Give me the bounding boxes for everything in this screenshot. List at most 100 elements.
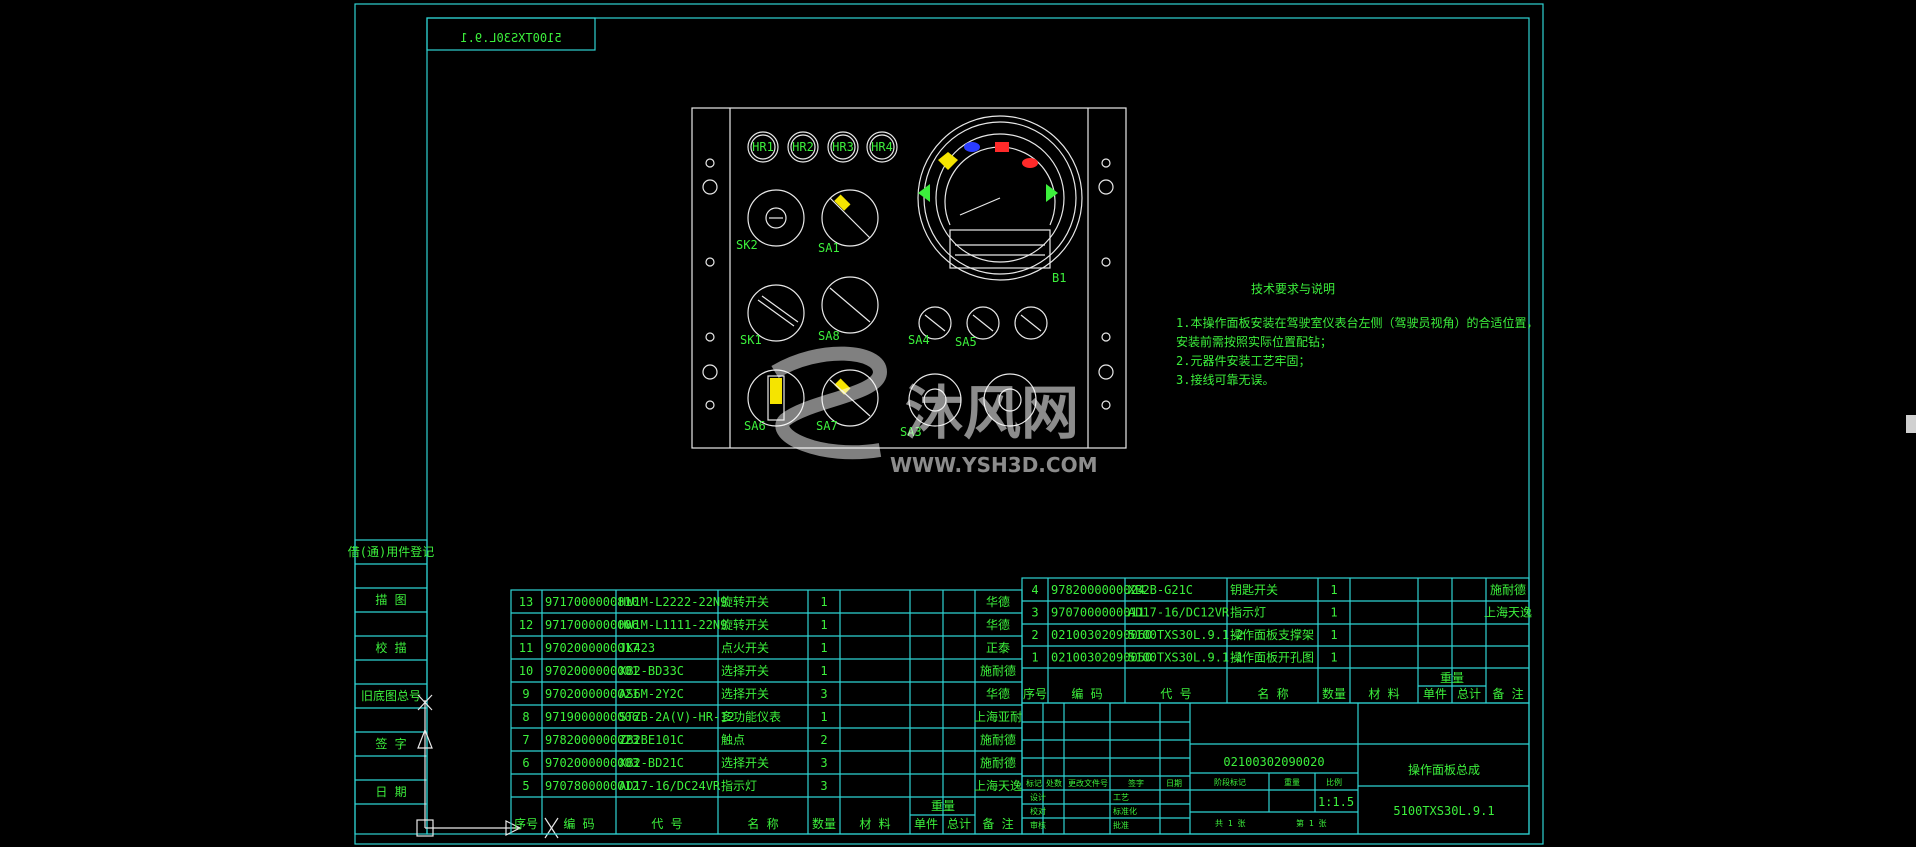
bom-cell-remark: 上海亚耐 [974,709,1022,724]
bom-cell-remark: 正泰 [986,641,1010,655]
revision-label: 日期 [1166,779,1182,788]
bom-cell-qty: 3 [820,687,827,701]
role-label: 批准 [1113,820,1129,830]
bom-header-cell: 材 料 [1368,687,1399,701]
bom-cell-no: 10 [519,664,533,678]
notes-title: 技术要求与说明 [1251,281,1335,296]
revision-label: 更改文件号 [1068,778,1108,788]
bom-cell-name: 点火开关 [721,641,769,655]
indicator-label: HR4 [871,140,893,154]
bom-cell-qty: 1 [820,710,827,724]
bom-header-cell: 序号 [1023,686,1047,701]
switch-label: SA7 [816,419,838,433]
bom-header-cell: 代 号 [651,817,682,831]
switch-label: SA1 [818,241,840,255]
bom-cell-no: 6 [522,756,529,770]
revision-label: 标记 [1026,778,1042,788]
bom-header-cell: 材 料 [859,817,890,831]
stamp-label: 签 字 [375,736,406,751]
bom-cell-no: 1 [1031,651,1038,665]
switch-label: SA5 [955,335,977,349]
bom-cell-spec: 5100TXS30L.9.1-2 [1128,628,1244,642]
bom-cell-spec: XB2B-G21C [1128,583,1193,597]
bom-text: 13 9717000000810HW1M-L2222-22N9旋转开关 1 华德12 9… [514,582,1532,831]
note-line: 3.接线可靠无误。 [1176,372,1274,387]
bom-cell-remark: 上海天逸 [1484,605,1532,620]
bom-cell-remark: 施耐德 [980,732,1016,747]
mirrored-drawing-code: 5100TXS30L.9.1 [460,31,561,45]
revision-label: 签字 [1128,778,1144,788]
stage-label: 比例 [1326,777,1342,787]
bom-cell-qty: 1 [820,595,827,609]
bom-header-cell: 重量 [931,799,955,813]
sheet-label: 第 1 张 [1296,818,1326,828]
scale-value: 1:1.5 [1318,795,1354,809]
bom-header-cell: 代 号 [1160,687,1191,701]
bom-header-cell: 重量 [1440,671,1464,685]
switch-label: SA4 [908,333,930,347]
left-stamp-column: 借(通)用件登记 描 图 校 描 旧底图总号 签 字 日 期 [348,539,434,835]
stamp-label: 校 描 [375,640,406,655]
bom-header-cell: 名 称 [1257,686,1288,701]
bom-header-cell: 单件 [914,817,938,831]
bom-cell-no: 7 [522,733,529,747]
bom-cell-no: 3 [1031,606,1038,620]
stamp-label: 旧底图总号 [361,688,421,703]
bom-cell-remark: 上海天逸 [974,778,1022,793]
bom-cell-name: 选择开关 [721,664,769,678]
bom-header-cell: 总计 [947,817,971,831]
switch-label: SA6 [744,419,766,433]
stamp-label: 借(通)用件登记 [348,544,434,559]
bom-cell-name: 选择开关 [721,687,769,701]
bom-cell-no: 11 [519,641,533,655]
bom-cell-spec: AD17-16/DC24VR [619,779,721,793]
indicator-label: HR1 [752,140,774,154]
part-code: 02100302090020 [1223,755,1324,769]
role-label: 校对 [1030,806,1046,816]
bom-cell-spec: 5100TXS30L.9.1-1 [1128,651,1244,665]
vertical-scrollbar-thumb[interactable] [1906,415,1916,433]
switch-label: SA8 [818,329,840,343]
bom-cell-qty: 1 [1330,628,1337,642]
note-line: 2.元器件安装工艺牢固； [1176,353,1310,368]
bom-cell-qty: 3 [820,756,827,770]
bom-header-cell: 数量 [812,816,836,831]
bom-cell-remark: 施耐德 [980,755,1016,770]
bom-cell-no: 12 [519,618,533,632]
bom-cell-spec: JK423 [619,641,655,655]
bom-cell-qty: 1 [1330,583,1337,597]
switch-label: B1 [1052,271,1066,285]
bom-cell-name: 选择开关 [721,756,769,770]
role-label: 工艺 [1113,793,1129,802]
indicator-lamps: HR1 HR2 HR3 HR4 [747,131,898,163]
bom-cell-spec: STZB-2A(V)-HR-12 [619,710,735,724]
role-label: 设计 [1030,792,1046,802]
bom-cell-no: 4 [1031,583,1038,597]
bom-cell-no: 8 [522,710,529,724]
bom-cell-name: 钥匙开关 [1230,583,1278,597]
stage-label: 重量 [1284,777,1300,787]
drawing-number: 5100TXS30L.9.1 [1393,804,1494,818]
bom-header-cell: 序号 [514,816,538,831]
bom-cell-spec: XB2-BD33C [619,664,684,678]
bom-cell-name: 操作面板开孔图 [1230,650,1314,665]
drawing-title: 操作面板总成 [1408,762,1480,777]
bom-cell-remark: 华德 [986,686,1010,701]
bom-cell-no: 5 [522,779,529,793]
bom-cell-qty: 3 [820,779,827,793]
bom-header-cell: 编 码 [563,816,594,831]
bom-cell-qty: 2 [820,733,827,747]
title-block: 02100302090020 操作面板总成 5100TXS30L.9.1 1:1… [1021,702,1530,835]
stamp-label: 日 期 [375,785,406,799]
bom-cell-name: 旋转开关 [721,617,769,632]
watermark: 沐风网 WWW.YSH3D.COM [771,346,1097,477]
bom-header-cell: 备 注 [1492,686,1523,701]
bom-cell-no: 13 [519,595,533,609]
bom-cell-name: 旋转开关 [721,594,769,609]
bom-cell-qty: 1 [1330,651,1337,665]
bom-cell-remark: 施耐德 [980,663,1016,678]
switch-label: SK2 [736,238,758,252]
bom-cell-qty: 1 [820,641,827,655]
bom-header-cell: 编 码 [1071,686,1102,701]
watermark-url: WWW.YSH3D.COM [890,453,1097,477]
